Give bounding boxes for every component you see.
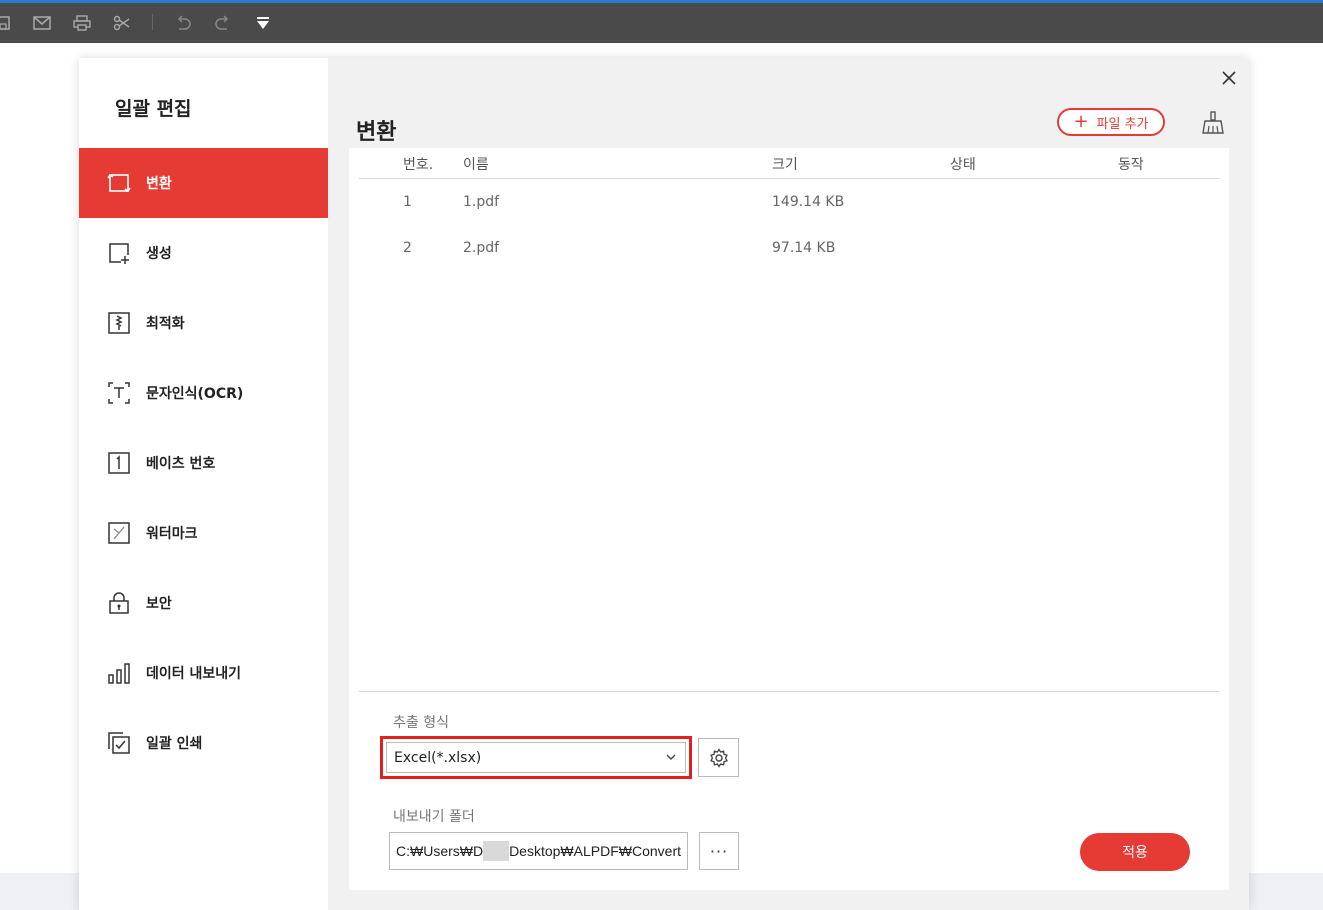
batch-edit-dialog: 일괄 편집 변환 생성 최적화 문자인식(OCR) 베이츠 번호 워터마크 보안… <box>79 58 1249 910</box>
row-number: 2 <box>403 240 412 256</box>
format-select[interactable]: Excel(*.xlsx) <box>386 742 686 773</box>
sidebar-item-optimize[interactable]: 최적화 <box>79 288 328 358</box>
format-select-value: Excel(*.xlsx) <box>394 749 482 766</box>
watermark-icon <box>107 521 131 545</box>
sidebar-item-security[interactable]: 보안 <box>79 568 328 638</box>
create-icon <box>107 241 131 265</box>
add-file-label: 파일 추가 <box>1096 116 1149 132</box>
dropdown-menu-icon[interactable] <box>252 12 274 34</box>
sidebar-title: 일괄 편집 <box>115 98 192 120</box>
broom-icon <box>1202 111 1224 134</box>
column-header-action: 동작 <box>1118 157 1144 173</box>
browse-folder-button[interactable]: ··· <box>699 832 739 870</box>
plus-icon: + <box>1073 111 1089 132</box>
dialog-sidebar: 일괄 편집 변환 생성 최적화 문자인식(OCR) 베이츠 번호 워터마크 보안… <box>79 58 328 910</box>
data-export-icon <box>107 661 131 685</box>
redo-icon[interactable] <box>212 12 234 34</box>
row-file-size: 149.14 KB <box>772 194 845 210</box>
gear-icon <box>709 747 728 768</box>
bates-number-icon <box>107 451 131 475</box>
print-icon[interactable] <box>71 12 93 34</box>
batch-print-icon <box>107 731 131 755</box>
sidebar-item-label: 문자인식(OCR) <box>146 386 244 402</box>
row-file-name: 1.pdf <box>463 194 500 210</box>
table-row[interactable]: 2 2.pdf 97.14 KB <box>359 234 1219 264</box>
ocr-icon <box>107 381 131 405</box>
file-table-header: 번호. 이름 크기 상태 동작 <box>359 148 1219 179</box>
clear-list-button[interactable] <box>1200 110 1226 136</box>
scissors-icon[interactable] <box>111 12 133 34</box>
sidebar-item-label: 베이츠 번호 <box>146 456 216 472</box>
chevron-down-icon <box>666 754 676 760</box>
app-toolbar <box>0 0 1323 43</box>
column-header-name: 이름 <box>463 157 489 173</box>
sidebar-item-batch-print[interactable]: 일괄 인쇄 <box>79 708 328 778</box>
export-folder-label: 내보내기 폴더 <box>393 809 475 825</box>
row-file-name: 2.pdf <box>463 240 500 256</box>
sidebar-item-label: 보안 <box>146 596 172 612</box>
column-header-number: 번호. <box>403 157 434 173</box>
sidebar-item-ocr[interactable]: 문자인식(OCR) <box>79 358 328 428</box>
close-button[interactable] <box>1219 68 1239 88</box>
lock-icon <box>107 591 131 615</box>
sidebar-item-data-export[interactable]: 데이터 내보내기 <box>79 638 328 708</box>
sidebar-item-label: 데이터 내보내기 <box>146 666 242 682</box>
format-select-highlight: Excel(*.xlsx) <box>380 736 692 779</box>
sidebar-item-watermark[interactable]: 워터마크 <box>79 498 328 568</box>
close-icon <box>1222 71 1236 85</box>
redacted-username <box>483 841 510 861</box>
sidebar-item-label: 워터마크 <box>146 526 198 542</box>
folder-path-end: Desktop₩ALPDF₩Convert <box>509 843 681 859</box>
sidebar-item-label: 일괄 인쇄 <box>146 736 203 752</box>
toolbar-separator <box>152 14 153 30</box>
row-file-size: 97.14 KB <box>772 240 836 256</box>
more-label: ··· <box>709 841 729 861</box>
toolbar-top-strip <box>0 0 1323 3</box>
row-number: 1 <box>403 194 412 210</box>
apply-button[interactable]: 적용 <box>1080 833 1190 871</box>
sidebar-item-label: 생성 <box>146 246 172 262</box>
mail-icon[interactable] <box>31 12 53 34</box>
optimize-icon <box>107 311 131 335</box>
column-header-status: 상태 <box>950 157 976 173</box>
export-folder-input[interactable]: C:₩Users₩D Desktop₩ALPDF₩Convert <box>389 832 688 870</box>
page-title: 변환 <box>356 120 397 145</box>
add-file-button[interactable]: + 파일 추가 <box>1057 108 1165 136</box>
format-settings-button[interactable] <box>698 738 739 777</box>
section-divider <box>359 691 1219 692</box>
sidebar-item-convert[interactable]: 변환 <box>79 148 328 218</box>
format-label: 추출 형식 <box>393 715 449 731</box>
sidebar-item-bates-number[interactable]: 베이츠 번호 <box>79 428 328 498</box>
convert-icon <box>107 171 131 195</box>
undo-icon[interactable] <box>172 12 194 34</box>
apply-label: 적용 <box>1122 845 1148 861</box>
sidebar-item-label: 변환 <box>146 176 172 192</box>
save-icon[interactable] <box>0 12 14 34</box>
table-row[interactable]: 1 1.pdf 149.14 KB <box>359 188 1219 218</box>
sidebar-item-create[interactable]: 생성 <box>79 218 328 288</box>
sidebar-item-label: 최적화 <box>146 316 185 332</box>
file-list-panel: 번호. 이름 크기 상태 동작 1 1.pdf 149.14 KB 2 2.pd… <box>349 148 1229 890</box>
column-header-size: 크기 <box>772 157 798 173</box>
folder-path-start: C:₩Users₩D <box>396 843 484 859</box>
